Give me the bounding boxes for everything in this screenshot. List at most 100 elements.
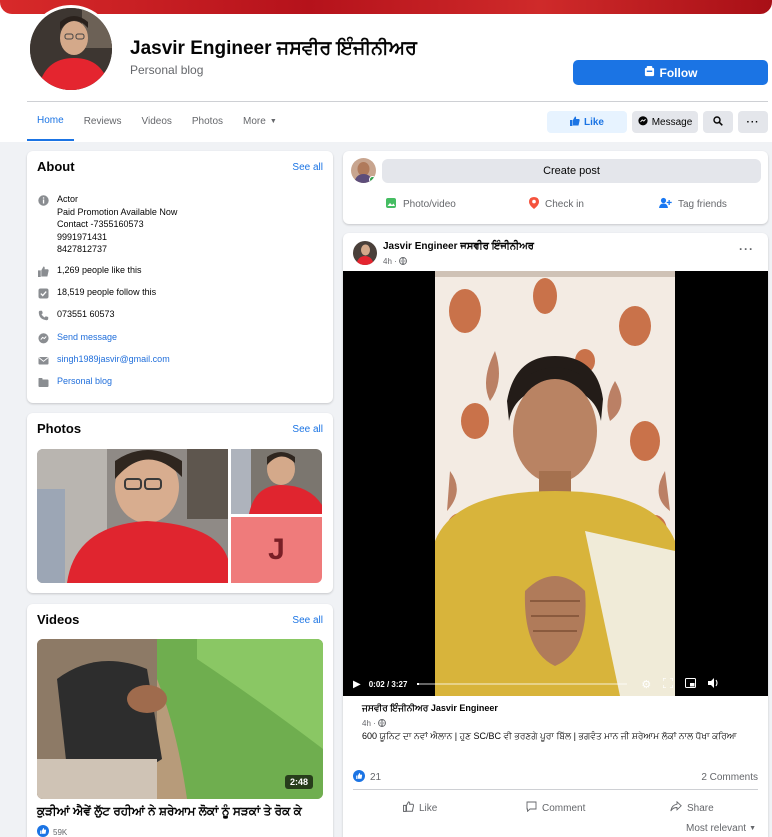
- post-comment-button[interactable]: Comment: [526, 801, 585, 815]
- photos-title: Photos: [37, 421, 82, 436]
- like-page-button[interactable]: Like: [547, 111, 627, 133]
- about-send-message[interactable]: Send message: [37, 331, 117, 344]
- tab-videos[interactable]: Videos: [131, 108, 181, 135]
- photo-thumbnail[interactable]: [37, 449, 228, 583]
- photo-initial: J: [268, 533, 285, 566]
- progress-bar[interactable]: [417, 683, 628, 685]
- picture-in-picture-icon[interactable]: [685, 678, 697, 690]
- tab-home[interactable]: Home: [27, 108, 74, 141]
- fullscreen-icon[interactable]: [662, 677, 674, 690]
- location-pin-icon: [529, 197, 539, 212]
- about-email[interactable]: singh1989jasvir@gmail.com: [37, 353, 170, 366]
- shared-meta: 4h ·: [362, 716, 386, 730]
- about-category[interactable]: Personal blog: [37, 375, 112, 388]
- video-duration: 2:48: [284, 775, 313, 789]
- category-icon: [37, 376, 49, 388]
- play-icon[interactable]: ▶: [353, 679, 361, 690]
- messenger-icon: [37, 332, 49, 344]
- photo-thumbnail[interactable]: [231, 449, 322, 514]
- about-see-all-link[interactable]: See all: [292, 162, 323, 173]
- follow-icon: [644, 65, 655, 80]
- ellipsis-icon: ···: [746, 116, 760, 128]
- thumbs-up-icon: [37, 265, 49, 277]
- globe-icon: [377, 716, 386, 730]
- tab-photos[interactable]: Photos: [182, 108, 233, 135]
- about-card: About See all Actor Paid Promotion Avail…: [27, 151, 333, 403]
- search-button[interactable]: [703, 111, 733, 133]
- reaction-summary[interactable]: 21: [353, 770, 381, 785]
- comment-sort-dropdown[interactable]: Most relevant ▼: [686, 823, 756, 834]
- tag-friends-button[interactable]: Tag friends: [659, 197, 727, 212]
- like-reaction-icon: [353, 770, 365, 785]
- videos-card: Videos See all 2:48 ਕੁੜੀਆਂ ਐਵੇਂ ਲੁੱਟ ਰਹੀ…: [27, 604, 333, 837]
- page-header: Jasvir Engineer ਜਸਵੀਰ ਇੰਜੀਨੀਅਰ Personal …: [0, 0, 772, 142]
- page-category: Personal blog: [130, 63, 204, 77]
- video-player[interactable]: ▶ 0:02 / 3:27 ⚙: [343, 271, 768, 696]
- tab-reviews[interactable]: Reviews: [74, 108, 132, 135]
- mail-icon: [37, 354, 49, 366]
- post-card: Jasvir Engineer ਜਸਵੀਰ ਇੰਜੀਨੀਅਰ 4h · ···: [343, 233, 768, 837]
- post-time[interactable]: 4h ·: [383, 257, 397, 266]
- photo-video-button[interactable]: Photo/video: [385, 197, 456, 212]
- tag-people-icon: [659, 197, 672, 212]
- settings-gear-icon[interactable]: ⚙: [641, 678, 651, 691]
- search-icon: [713, 115, 723, 129]
- shared-post-text: 600 ਯੂਨਿਟ ਦਾ ਨਵਾਂ ਐਲਾਨ | ਹੁਣ SC/BC ਵੀ ਭਰ…: [362, 731, 737, 741]
- video-frame: [435, 271, 675, 696]
- check-in-button[interactable]: Check in: [529, 197, 584, 212]
- photo-icon: [385, 197, 397, 212]
- video-thumbnail[interactable]: 2:48: [37, 639, 323, 799]
- tab-more[interactable]: More ▼: [233, 108, 287, 135]
- composer-card: Create post Photo/video Check in Tag fri…: [343, 151, 768, 224]
- follow-check-icon: [37, 287, 49, 299]
- videos-title: Videos: [37, 612, 80, 627]
- photos-see-all-link[interactable]: See all: [292, 424, 323, 435]
- chevron-down-icon: ▼: [269, 118, 277, 125]
- messenger-icon: [638, 115, 648, 129]
- chevron-down-icon: ▼: [749, 825, 756, 832]
- message-button[interactable]: Message: [632, 111, 698, 133]
- more-options-button[interactable]: ···: [738, 111, 768, 133]
- shared-author-name[interactable]: ਜਸਵੀਰ ਇੰਜੀਨੀਅਰ Jasvir Engineer: [362, 703, 498, 714]
- progress-fill: [417, 683, 420, 685]
- post-author-name[interactable]: Jasvir Engineer ਜਸਵੀਰ ਇੰਜੀਨੀਅਰ: [383, 241, 534, 252]
- about-follows: 18,519 people follow this: [37, 286, 156, 299]
- video-controls: ▶ 0:02 / 3:27 ⚙: [343, 672, 768, 696]
- follow-button[interactable]: Follow: [573, 60, 768, 85]
- comment-icon: [526, 801, 537, 815]
- about-intro: Actor Paid Promotion Available Now Conta…: [37, 193, 177, 256]
- thumbs-up-icon: [403, 801, 414, 815]
- comment-count[interactable]: 2 Comments: [701, 772, 758, 783]
- about-likes: 1,269 people like this: [37, 264, 142, 277]
- like-reaction-icon: [37, 825, 49, 837]
- share-icon: [670, 800, 682, 815]
- post-like-button[interactable]: Like: [403, 801, 437, 815]
- phone-icon: [37, 309, 49, 321]
- photo-thumbnail[interactable]: J: [231, 517, 322, 583]
- about-title: About: [37, 159, 75, 174]
- volume-icon[interactable]: [708, 678, 719, 690]
- thumbs-up-icon: [569, 116, 580, 129]
- page-title: Jasvir Engineer ਜਸਵੀਰ ਇੰਜੀਨੀਅਰ: [130, 38, 417, 59]
- post-share-button[interactable]: Share: [670, 800, 714, 815]
- videos-see-all-link[interactable]: See all: [292, 615, 323, 626]
- globe-icon: [398, 254, 407, 268]
- composer-avatar[interactable]: [351, 158, 376, 183]
- info-icon: [37, 194, 49, 206]
- cover-photo[interactable]: [0, 0, 772, 14]
- photos-card: Photos See all J: [27, 413, 333, 593]
- post-options-button[interactable]: ···: [739, 242, 754, 256]
- video-views: 59K: [37, 825, 67, 837]
- about-phone: 073551 60573: [37, 308, 115, 321]
- profile-picture[interactable]: [27, 5, 115, 93]
- video-caption[interactable]: ਕੁੜੀਆਂ ਐਵੇਂ ਲੁੱਟ ਰਹੀਆਂ ਨੇ ਸ਼ਰੇਆਮ ਲੋਕਾਂ ਨ…: [37, 804, 302, 819]
- post-author-avatar[interactable]: [353, 241, 377, 265]
- online-status-dot: [369, 176, 376, 183]
- post-divider: [353, 789, 758, 790]
- post-meta: 4h ·: [383, 254, 407, 268]
- page-tabs: Home Reviews Videos Photos More ▼: [27, 108, 287, 141]
- header-divider: [27, 101, 768, 102]
- video-timestamp: 0:02 / 3:27: [368, 679, 408, 689]
- create-post-button[interactable]: Create post: [382, 159, 761, 183]
- follow-label: Follow: [659, 65, 698, 80]
